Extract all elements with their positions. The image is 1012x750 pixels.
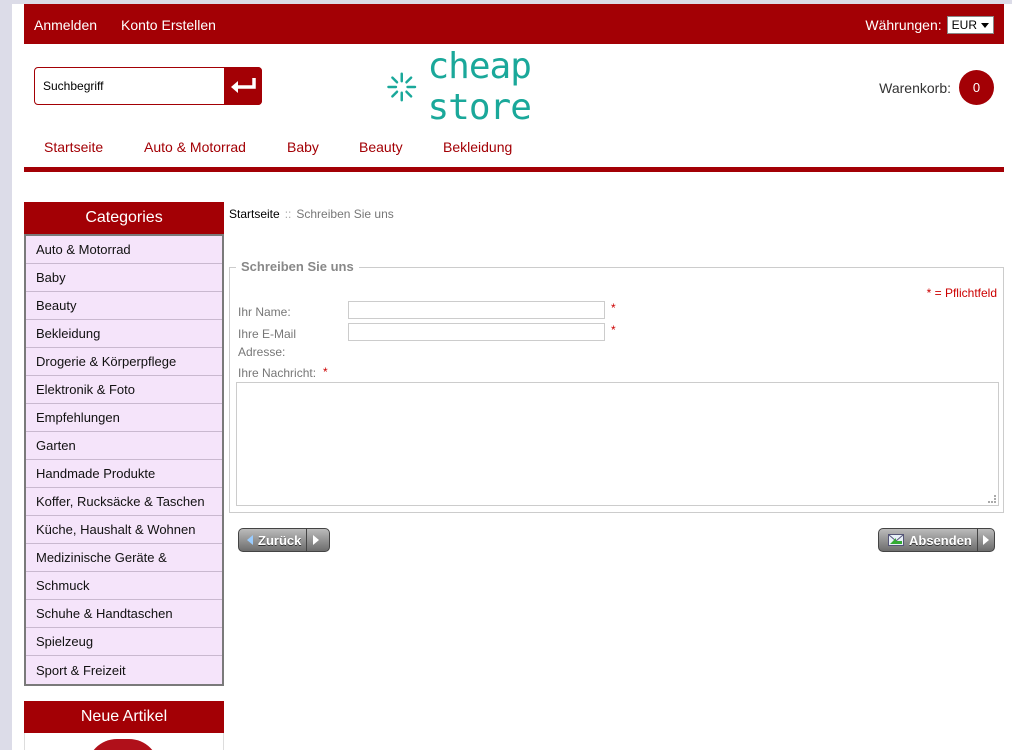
search-submit-button[interactable] (224, 67, 262, 105)
window-edge (0, 0, 12, 750)
name-input[interactable] (348, 301, 605, 319)
main-nav: Startseite Auto & Motorrad Baby Beauty B… (24, 136, 1004, 172)
category-item[interactable]: Sport & Freizeit (26, 656, 222, 684)
category-item[interactable]: Baby (26, 264, 222, 292)
enter-arrow-icon (231, 78, 256, 93)
nav-item-baby[interactable]: Baby (287, 139, 319, 155)
cart-label: Warenkorb: (879, 79, 951, 96)
send-button-label: Absenden (909, 532, 972, 548)
breadcrumb-current: Schreiben Sie uns (296, 207, 394, 221)
sparkle-logo-icon (387, 72, 417, 102)
category-item[interactable]: Schuhe & Handtaschen (26, 600, 222, 628)
category-item[interactable]: Spielzeug (26, 628, 222, 656)
send-button[interactable]: Absenden (878, 528, 995, 552)
arrow-right-icon (313, 535, 319, 545)
category-item[interactable]: Beauty (26, 292, 222, 320)
arrow-left-icon (247, 535, 253, 545)
arrow-right-icon (983, 535, 989, 545)
search-input[interactable] (43, 77, 223, 95)
email-input[interactable] (348, 323, 605, 341)
category-item[interactable]: Handmade Produkte (26, 460, 222, 488)
breadcrumb: Startseite:: Schreiben Sie uns (229, 207, 394, 221)
breadcrumb-separator: :: (284, 207, 292, 221)
new-products-body (24, 733, 224, 750)
resize-handle-icon[interactable] (988, 495, 996, 503)
category-item[interactable]: Küche, Haushalt & Wohnen (26, 516, 222, 544)
back-button[interactable]: Zurück (238, 528, 330, 552)
categories-sidebar: Categories Auto & Motorrad Baby Beauty B… (24, 202, 224, 686)
currency-switcher: Währungen: EUR (865, 16, 994, 34)
caret-down-icon (981, 22, 989, 28)
nav-item-beauty[interactable]: Beauty (359, 139, 403, 155)
category-item[interactable]: Drogerie & Körperpflege (26, 348, 222, 376)
product-thumbnail[interactable] (87, 739, 159, 750)
nav-item-home[interactable]: Startseite (44, 139, 103, 155)
email-required-mark: * (611, 323, 616, 337)
message-required-mark: * (323, 365, 328, 379)
category-item[interactable]: Empfehlungen (26, 404, 222, 432)
category-item[interactable]: Medizinische Geräte & (26, 544, 222, 572)
new-products-box: Neue Artikel (24, 701, 224, 750)
nav-item-auto[interactable]: Auto & Motorrad (144, 139, 246, 155)
name-label: Ihr Name: (238, 305, 291, 319)
category-item[interactable]: Garten (26, 432, 222, 460)
breadcrumb-home[interactable]: Startseite (229, 207, 280, 221)
nav-item-clothing[interactable]: Bekleidung (443, 139, 512, 155)
currency-select[interactable]: EUR (946, 16, 994, 34)
currency-label: Währungen: (865, 17, 942, 33)
category-item[interactable]: Bekleidung (26, 320, 222, 348)
new-products-title: Neue Artikel (24, 701, 224, 733)
back-button-label: Zurück (258, 532, 302, 548)
contact-form: Schreiben Sie uns * = Pflichtfeld Ihr Na… (229, 259, 1004, 513)
button-divider (977, 529, 978, 551)
email-label: Ihre E-Mail Adresse: (238, 327, 297, 359)
mail-send-icon (888, 534, 904, 546)
category-item[interactable]: Elektronik & Foto (26, 376, 222, 404)
required-note: * = Pflichtfeld (926, 286, 997, 300)
search-box (34, 67, 262, 105)
categories-title: Categories (24, 202, 224, 234)
logo-text: cheap store (427, 46, 532, 128)
category-item[interactable]: Auto & Motorrad (26, 236, 222, 264)
currency-value: EUR (951, 18, 977, 32)
name-required-mark: * (611, 301, 616, 315)
cart-widget: Warenkorb: 0 (879, 70, 994, 105)
register-link[interactable]: Konto Erstellen (121, 17, 216, 33)
category-list: Auto & Motorrad Baby Beauty Bekleidung D… (24, 234, 224, 686)
category-item[interactable]: Koffer, Rucksäcke & Taschen (26, 488, 222, 516)
cart-count-badge[interactable]: 0 (959, 70, 994, 105)
message-textarea[interactable] (236, 382, 999, 506)
form-legend: Schreiben Sie uns (236, 259, 359, 274)
category-item[interactable]: Schmuck (26, 572, 222, 600)
top-bar: Anmelden Konto Erstellen Währungen: EUR (24, 4, 1004, 44)
button-divider (306, 529, 307, 551)
login-link[interactable]: Anmelden (34, 17, 97, 33)
message-label: Ihre Nachricht: (238, 366, 317, 380)
store-logo[interactable]: cheap store (386, 46, 616, 128)
